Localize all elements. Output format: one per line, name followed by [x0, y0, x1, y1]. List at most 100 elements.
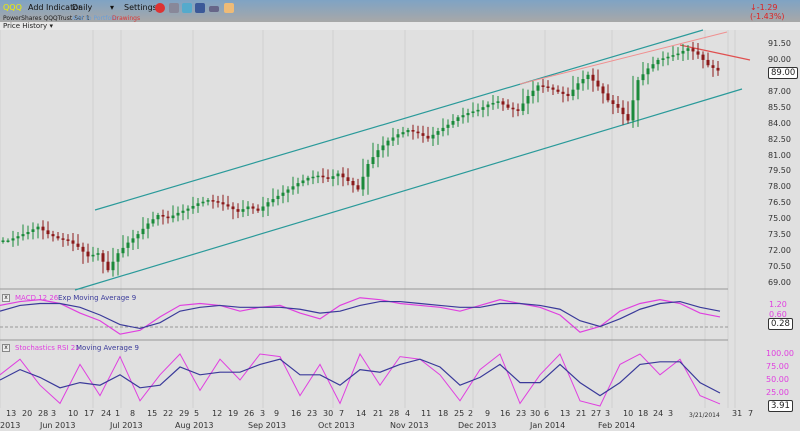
- date-tick-label: 25: [454, 409, 465, 418]
- date-tick-label: 5: [194, 409, 200, 418]
- price-tick-label: 73.50: [768, 230, 791, 240]
- candle-body: [446, 124, 450, 128]
- candle-body: [606, 93, 610, 101]
- candle-body: [636, 80, 640, 101]
- macd-title[interactable]: MACD 12 26: [15, 294, 58, 302]
- candle-body: [141, 228, 145, 235]
- candle-body: [341, 173, 345, 178]
- date-tick-label: 1: [115, 409, 121, 418]
- close-macd-button[interactable]: x: [2, 294, 10, 302]
- candle-body: [686, 48, 690, 51]
- candle-body: [26, 231, 30, 235]
- candle-body: [496, 101, 500, 103]
- date-tick-label: 12: [212, 409, 223, 418]
- candle-body: [156, 214, 160, 220]
- candle-body: [386, 140, 390, 146]
- stoch-title[interactable]: Stochastics RSI 21: [15, 344, 80, 352]
- candle-body: [241, 209, 245, 212]
- candle-body: [326, 177, 330, 179]
- price-tick-label: 85.50: [768, 102, 791, 112]
- price-tick-label: 87.00: [768, 86, 791, 96]
- macd-last-label: 0.28: [768, 318, 793, 330]
- date-tick-label: 21: [373, 409, 384, 418]
- candle-body: [411, 130, 415, 132]
- candle-body: [676, 53, 680, 56]
- chart-canvas[interactable]: [0, 0, 800, 431]
- date-tick-label: 7: [748, 409, 754, 418]
- date-tick-label: 3/21/2014: [689, 412, 720, 419]
- candle-body: [481, 107, 485, 110]
- candle-body: [371, 157, 375, 165]
- lower-channel-line[interactable]: [74, 88, 743, 291]
- resistance-line[interactable]: [519, 31, 728, 85]
- candle-body: [571, 89, 575, 97]
- date-tick-label: 30: [323, 409, 334, 418]
- candle-body: [276, 195, 280, 200]
- candle-body: [486, 104, 490, 108]
- candle-body: [86, 251, 90, 257]
- date-tick-label: 22: [163, 409, 174, 418]
- date-tick-label: 4: [405, 409, 411, 418]
- candle-body: [596, 80, 600, 87]
- month-label: Nov 2013: [390, 421, 429, 430]
- candle-body: [356, 185, 360, 190]
- candle-body: [476, 109, 480, 112]
- candle-body: [641, 74, 645, 81]
- date-tick-label: 8: [130, 409, 136, 418]
- candle-body: [151, 219, 155, 224]
- stoch-ma-title[interactable]: Moving Average 9: [76, 344, 139, 352]
- candle-body: [21, 234, 25, 237]
- candle-body: [456, 117, 460, 121]
- date-tick-label: 16: [500, 409, 511, 418]
- candle-body: [61, 238, 65, 240]
- macd-tick-label: 1.20: [769, 300, 787, 309]
- candle-body: [471, 111, 475, 114]
- date-tick-label: 23: [516, 409, 527, 418]
- date-tick-label: 15: [147, 409, 158, 418]
- candle-body: [336, 173, 340, 177]
- candle-body: [366, 164, 370, 177]
- candle-body: [376, 150, 380, 158]
- candle-body: [626, 114, 630, 121]
- date-tick-label: 17: [84, 409, 95, 418]
- date-tick-label: 28: [38, 409, 49, 418]
- candle-body: [396, 134, 400, 138]
- candle-body: [96, 253, 100, 255]
- date-tick-label: 21: [576, 409, 587, 418]
- candle-body: [111, 261, 115, 271]
- price-tick-label: 81.00: [768, 150, 791, 160]
- candle-body: [616, 104, 620, 108]
- date-tick-label: 24: [653, 409, 664, 418]
- candle-body: [581, 79, 585, 84]
- candle-body: [191, 205, 195, 209]
- candle-body: [216, 201, 220, 203]
- candle-body: [401, 132, 405, 135]
- date-tick-label: 16: [291, 409, 302, 418]
- date-tick-label: 3: [260, 409, 266, 418]
- month-label: Jan 2014: [530, 421, 566, 430]
- candle-body: [31, 229, 35, 232]
- candle-body: [296, 183, 300, 187]
- candle-body: [131, 238, 135, 243]
- candle-body: [211, 200, 215, 202]
- candle-body: [426, 135, 430, 139]
- candle-body: [311, 176, 315, 179]
- candle-body: [631, 100, 635, 121]
- candle-body: [381, 145, 385, 151]
- candle-body: [656, 59, 660, 65]
- candle-body: [236, 209, 240, 212]
- downtrend-line[interactable]: [679, 44, 751, 61]
- candle-body: [171, 215, 175, 219]
- date-tick-label: 18: [638, 409, 649, 418]
- date-tick-label: 7: [339, 409, 345, 418]
- candle-body: [101, 253, 105, 262]
- date-tick-label: 6: [544, 409, 550, 418]
- macd-signal-title[interactable]: Exp Moving Average 9: [58, 294, 136, 302]
- month-label: Dec 2013: [458, 421, 497, 430]
- close-stoch-button[interactable]: x: [2, 344, 10, 352]
- month-label: Jul 2013: [110, 421, 143, 430]
- candle-body: [56, 236, 60, 239]
- candle-body: [1, 240, 5, 242]
- rsi-tick-label: 100.00: [766, 349, 794, 358]
- candle-body: [466, 113, 470, 116]
